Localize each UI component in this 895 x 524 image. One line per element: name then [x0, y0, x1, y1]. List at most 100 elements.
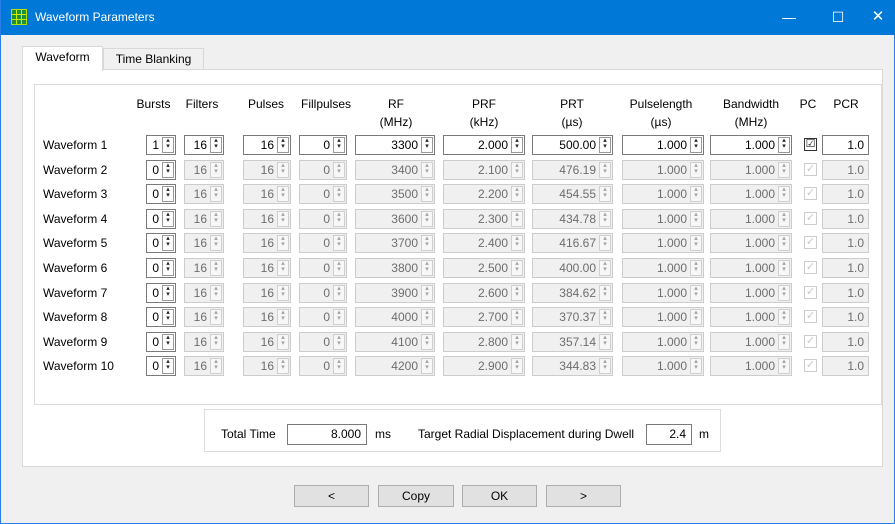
bursts-spinbox[interactable]: 0 ▴ ▾: [146, 307, 176, 327]
rf-spinbox: 3400 ▴ ▾: [355, 160, 435, 180]
spin-arrows-icon[interactable]: ▴ ▾: [162, 137, 174, 153]
bursts-spinbox[interactable]: 0 ▴ ▾: [146, 160, 176, 180]
spin-arrows-icon: ▴ ▾: [421, 285, 433, 301]
pulses-value: 16: [260, 310, 274, 324]
spin-arrows-icon[interactable]: ▴ ▾: [778, 137, 790, 153]
prt-spinbox: 434.78 ▴ ▾: [532, 209, 613, 229]
pulselength-spinbox: 1.000 ▴ ▾: [622, 307, 704, 327]
bursts-spinbox[interactable]: 0 ▴ ▾: [146, 332, 176, 352]
rf-spinbox: 3900 ▴ ▾: [355, 283, 435, 303]
rf-spinbox[interactable]: 3300 ▴ ▾: [355, 135, 435, 155]
pulses-spinbox: 16 ▴ ▾: [243, 307, 291, 327]
filters-spinbox[interactable]: 16 ▴ ▾: [184, 135, 224, 155]
spin-arrows-icon: ▴ ▾: [421, 260, 433, 276]
rf-value: 4100: [391, 335, 418, 349]
spin-arrows-icon[interactable]: ▴ ▾: [162, 211, 174, 227]
prt-value: 416.67: [559, 236, 596, 250]
fillpulses-spinbox: 0 ▴ ▾: [299, 209, 347, 229]
filters-spinbox: 16 ▴ ▾: [184, 184, 224, 204]
row-label: Waveform 6: [43, 261, 108, 275]
spin-arrows-icon[interactable]: ▴ ▾: [277, 137, 289, 153]
header-filters: Filters: [185, 97, 219, 111]
pulses-value: 16: [260, 187, 274, 201]
prt-spinbox[interactable]: 500.00 ▴ ▾: [532, 135, 613, 155]
spin-arrows-icon[interactable]: ▴ ▾: [162, 285, 174, 301]
spin-arrows-icon: ▴ ▾: [421, 358, 433, 374]
filters-value: 16: [193, 138, 207, 152]
pc-checkbox: ✓: [804, 286, 817, 299]
copy-button[interactable]: Copy: [378, 485, 454, 507]
pulses-spinbox[interactable]: 16 ▴ ▾: [243, 135, 291, 155]
bandwidth-spinbox[interactable]: 1.000 ▴ ▾: [710, 135, 792, 155]
fillpulses-spinbox: 0 ▴ ▾: [299, 160, 347, 180]
spin-arrows-icon: ▴ ▾: [778, 334, 790, 350]
prf-spinbox: 2.300 ▴ ▾: [443, 209, 525, 229]
previous-button[interactable]: <: [294, 485, 369, 507]
bursts-spinbox[interactable]: 0 ▴ ▾: [146, 184, 176, 204]
ok-button[interactable]: OK: [462, 485, 537, 507]
bursts-spinbox[interactable]: 0 ▴ ▾: [146, 233, 176, 253]
bursts-spinbox[interactable]: 0 ▴ ▾: [146, 356, 176, 376]
spin-arrows-icon[interactable]: ▴ ▾: [162, 358, 174, 374]
spin-arrows-icon[interactable]: ▴ ▾: [162, 309, 174, 325]
prt-value: 454.55: [559, 187, 596, 201]
spin-arrows-icon: ▴ ▾: [599, 260, 611, 276]
minimize-button[interactable]: —: [770, 0, 808, 35]
pcr-field[interactable]: 1.0: [822, 135, 869, 155]
pulselength-spinbox[interactable]: 1.000 ▴ ▾: [622, 135, 704, 155]
spin-arrows-icon[interactable]: ▴ ▾: [511, 137, 523, 153]
pulselength-value: 1.000: [656, 286, 687, 300]
prt-spinbox: 400.00 ▴ ▾: [532, 258, 613, 278]
bursts-value: 0: [152, 187, 159, 201]
spin-arrows-icon[interactable]: ▴ ▾: [421, 137, 433, 153]
next-button[interactable]: >: [546, 485, 621, 507]
bursts-spinbox[interactable]: 0 ▴ ▾: [146, 283, 176, 303]
pulselength-value: 1.000: [656, 187, 687, 201]
header-pcr: PCR: [833, 97, 859, 111]
fillpulses-spinbox: 0 ▴ ▾: [299, 184, 347, 204]
bandwidth-value: 1.000: [744, 286, 775, 300]
spin-arrows-icon: ▴ ▾: [690, 162, 702, 178]
prt-spinbox: 344.83 ▴ ▾: [532, 356, 613, 376]
spin-arrows-icon[interactable]: ▴ ▾: [162, 162, 174, 178]
bursts-spinbox[interactable]: 1 ▴ ▾: [146, 135, 176, 155]
pc-checkbox: ✓: [804, 163, 817, 176]
prf-spinbox[interactable]: 2.000 ▴ ▾: [443, 135, 525, 155]
spin-arrows-icon: ▴ ▾: [421, 186, 433, 202]
rf-value: 3900: [391, 286, 418, 300]
spin-arrows-icon: ▴ ▾: [421, 211, 433, 227]
spin-arrows-icon[interactable]: ▴ ▾: [210, 137, 222, 153]
pcr-field: 1.0: [822, 356, 869, 376]
spin-arrows-icon: ▴ ▾: [778, 186, 790, 202]
spin-arrows-icon[interactable]: ▴ ▾: [162, 334, 174, 350]
filters-spinbox: 16 ▴ ▾: [184, 356, 224, 376]
spin-arrows-icon[interactable]: ▴ ▾: [599, 137, 611, 153]
fillpulses-value: 0: [323, 286, 330, 300]
bursts-spinbox[interactable]: 0 ▴ ▾: [146, 258, 176, 278]
spin-arrows-icon[interactable]: ▴ ▾: [162, 260, 174, 276]
maximize-button[interactable]: ☐: [819, 0, 857, 35]
spin-arrows-icon[interactable]: ▴ ▾: [162, 186, 174, 202]
total-time-field[interactable]: 8.000: [287, 424, 367, 445]
header-bandwidth-unit: (MHz): [734, 115, 768, 129]
title-bar[interactable]: Waveform Parameters — ☐ ✕: [1, 0, 895, 35]
bursts-spinbox[interactable]: 0 ▴ ▾: [146, 209, 176, 229]
spin-arrows-icon[interactable]: ▴ ▾: [690, 137, 702, 153]
close-button[interactable]: ✕: [859, 0, 895, 35]
displacement-field[interactable]: 2.4: [646, 424, 692, 445]
filters-spinbox: 16 ▴ ▾: [184, 233, 224, 253]
pc-checkbox: ✓: [804, 187, 817, 200]
header-rf-unit: (MHz): [379, 115, 413, 129]
spin-arrows-icon: ▴ ▾: [778, 285, 790, 301]
spin-arrows-icon: ▴ ▾: [690, 358, 702, 374]
pc-checkbox[interactable]: ☑: [804, 138, 817, 151]
prf-spinbox: 2.400 ▴ ▾: [443, 233, 525, 253]
spin-arrows-icon: ▴ ▾: [778, 162, 790, 178]
prf-value: 2.400: [477, 236, 508, 250]
prf-spinbox: 2.900 ▴ ▾: [443, 356, 525, 376]
spin-arrows-icon[interactable]: ▴ ▾: [333, 137, 345, 153]
spin-arrows-icon[interactable]: ▴ ▾: [162, 235, 174, 251]
tab-waveform[interactable]: Waveform: [22, 46, 103, 71]
tab-time-blanking[interactable]: Time Blanking: [103, 48, 204, 70]
fillpulses-spinbox[interactable]: 0 ▴ ▾: [299, 135, 347, 155]
